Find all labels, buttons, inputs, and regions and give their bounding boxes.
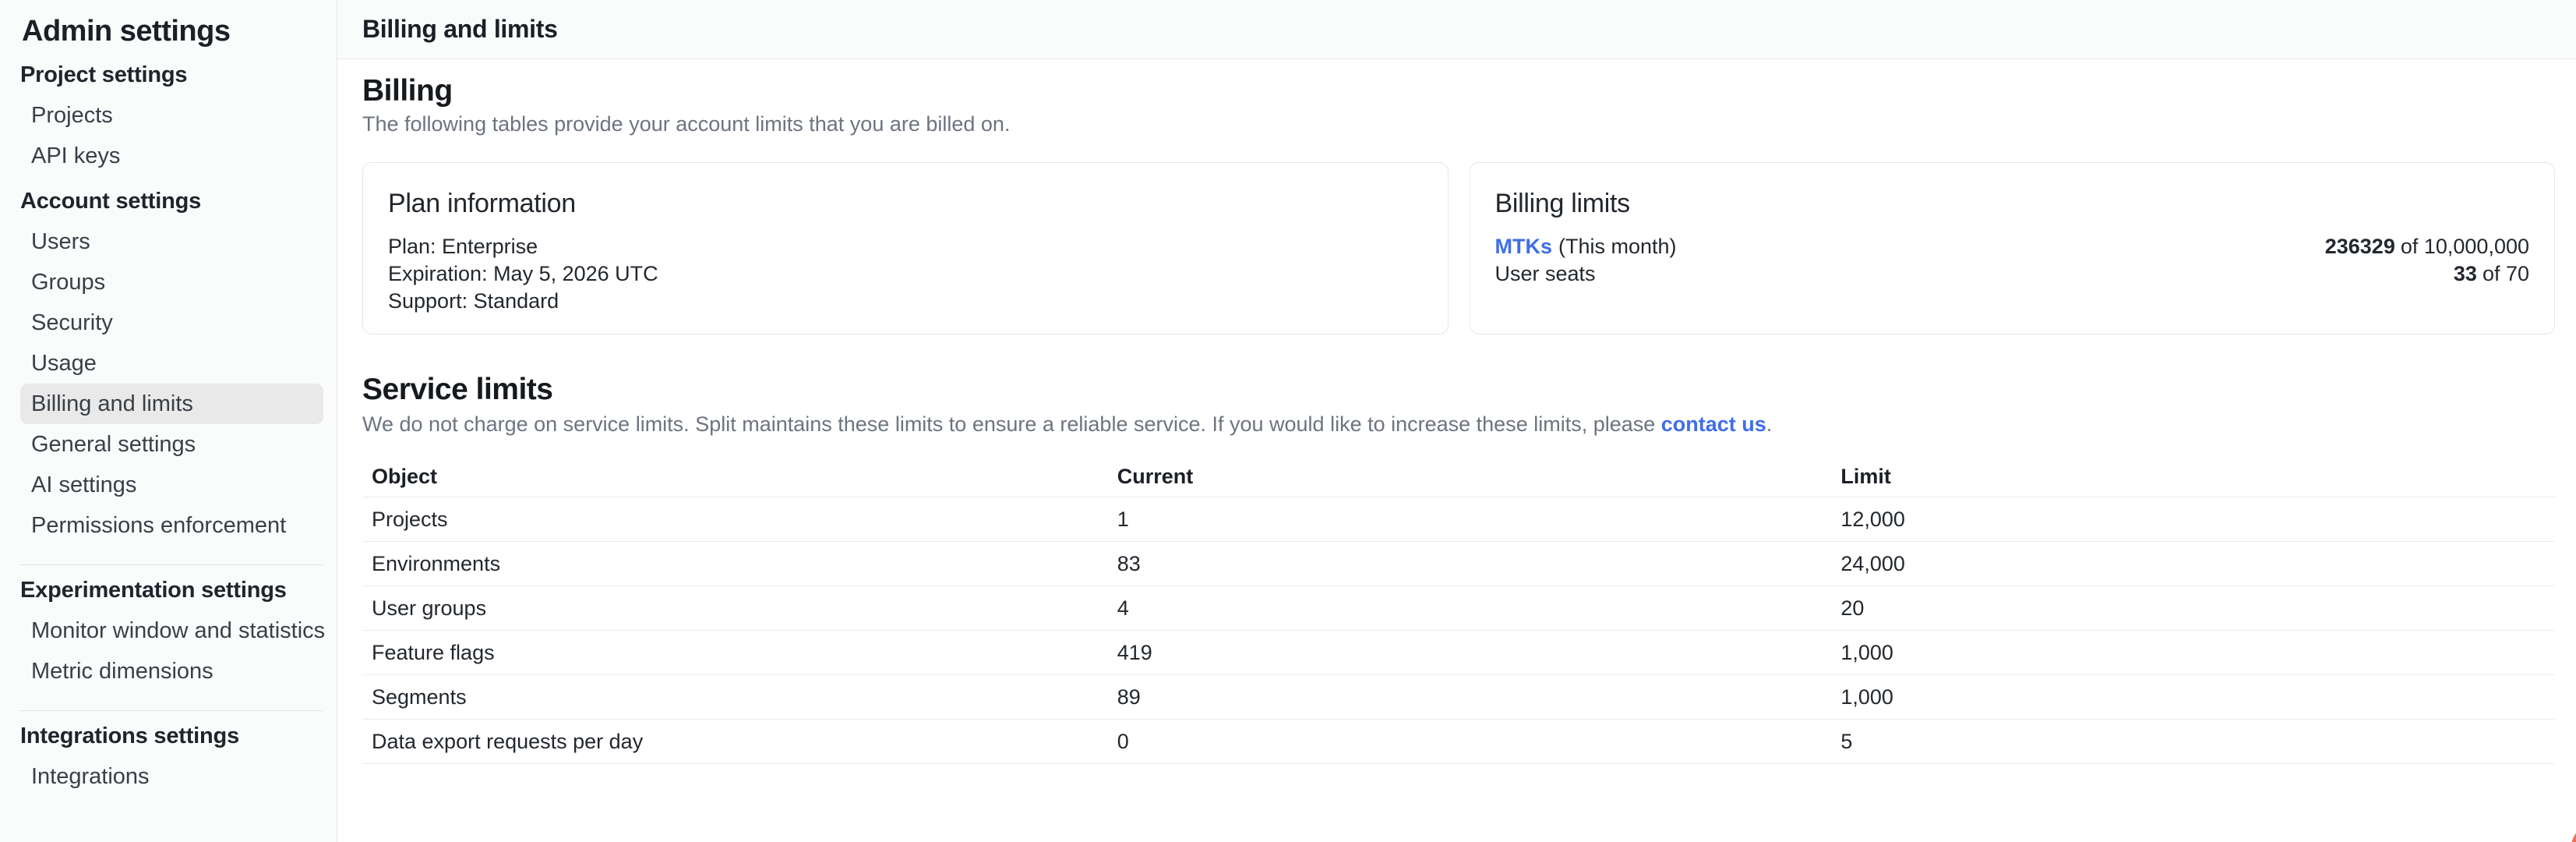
- table-row: Projects 1 12,000: [362, 497, 2555, 542]
- plan-information-title: Plan information: [388, 186, 1423, 221]
- column-header-limit: Limit: [1831, 465, 2555, 489]
- sidebar-item-ai-settings[interactable]: AI settings: [20, 465, 323, 505]
- billing-subtitle: The following tables provide your accoun…: [362, 111, 2555, 137]
- sidebar-item-general-settings[interactable]: General settings: [20, 424, 323, 465]
- mtks-row: MTKs(This month) 236329of 10,000,000: [1495, 233, 2530, 260]
- content: Billing The following tables provide you…: [337, 59, 2576, 764]
- mtks-label: MTKs(This month): [1495, 233, 1677, 260]
- sidebar-item-integrations[interactable]: Integrations: [20, 756, 323, 797]
- user-seats-value: 33of 70: [2454, 260, 2529, 288]
- plan-line: Plan: Enterprise: [388, 233, 1423, 260]
- sidebar-item-billing-and-limits[interactable]: Billing and limits: [20, 384, 323, 424]
- sidebar-section-experimentation-items: Monitor window and statistics Metric dim…: [20, 610, 323, 692]
- sidebar-section-integrations-settings: Integrations settings: [20, 722, 323, 750]
- table-row: User groups 4 20: [362, 586, 2555, 631]
- admin-settings-page: Admin settings Project settings Projects…: [0, 0, 2576, 842]
- sidebar-item-groups[interactable]: Groups: [20, 262, 323, 302]
- sidebar-section-account-settings: Account settings: [20, 187, 323, 215]
- sidebar-section-experimentation-settings: Experimentation settings: [20, 576, 323, 604]
- mtks-value: 236329of 10,000,000: [2325, 233, 2529, 260]
- sidebar-item-security[interactable]: Security: [20, 302, 323, 343]
- main-area: Billing and limits Billing The following…: [337, 0, 2576, 842]
- page-header: Billing and limits: [337, 0, 2576, 59]
- sidebar-section-integrations-items: Integrations: [20, 756, 323, 797]
- column-header-current: Current: [1108, 465, 1832, 489]
- billing-limits-card: Billing limits MTKs(This month) 236329of…: [1470, 162, 2556, 334]
- table-row: Feature flags 419 1,000: [362, 631, 2555, 675]
- service-limits-subtitle: We do not charge on service limits. Spli…: [362, 411, 2555, 437]
- billing-heading: Billing: [362, 72, 2555, 111]
- contact-us-link[interactable]: contact us: [1661, 412, 1766, 436]
- table-row: Data export requests per day 0 5: [362, 720, 2555, 764]
- billing-cards: Plan information Plan: Enterprise Expira…: [362, 162, 2555, 334]
- service-limits-heading: Service limits: [362, 370, 2555, 409]
- table-row: Environments 83 24,000: [362, 542, 2555, 586]
- sidebar-divider: [20, 564, 323, 565]
- page-title: Billing and limits: [362, 15, 558, 44]
- expiration-line: Expiration: May 5, 2026 UTC: [388, 260, 1423, 288]
- sidebar-title: Admin settings: [22, 12, 323, 50]
- sidebar-section-project-items: Projects API keys: [20, 95, 323, 176]
- sidebar-item-permissions-enforcement[interactable]: Permissions enforcement: [20, 505, 323, 546]
- column-header-object: Object: [362, 465, 1108, 489]
- sidebar-item-metric-dimensions[interactable]: Metric dimensions: [20, 651, 323, 692]
- billing-limits-title: Billing limits: [1495, 186, 2530, 221]
- sidebar-section-account-items: Users Groups Security Usage Billing and …: [20, 221, 323, 546]
- sidebar-item-projects[interactable]: Projects: [20, 95, 323, 136]
- service-limits-table: Object Current Limit Projects 1 12,000 E…: [362, 456, 2555, 764]
- user-seats-row: User seats 33of 70: [1495, 260, 2530, 288]
- sidebar-item-usage[interactable]: Usage: [20, 343, 323, 384]
- sidebar-divider: [20, 710, 323, 711]
- sidebar-item-api-keys[interactable]: API keys: [20, 136, 323, 176]
- user-seats-label: User seats: [1495, 260, 1596, 288]
- support-line: Support: Standard: [388, 288, 1423, 315]
- plan-information-card: Plan information Plan: Enterprise Expira…: [362, 162, 1449, 334]
- table-row: Segments 89 1,000: [362, 675, 2555, 720]
- table-header-row: Object Current Limit: [362, 456, 2555, 497]
- sidebar-item-monitor-window-and-statistics[interactable]: Monitor window and statistics: [20, 610, 323, 651]
- mtks-link[interactable]: MTKs: [1495, 235, 1553, 258]
- sidebar-section-project-settings: Project settings: [20, 61, 323, 89]
- sidebar: Admin settings Project settings Projects…: [0, 0, 337, 842]
- sidebar-item-users[interactable]: Users: [20, 221, 323, 262]
